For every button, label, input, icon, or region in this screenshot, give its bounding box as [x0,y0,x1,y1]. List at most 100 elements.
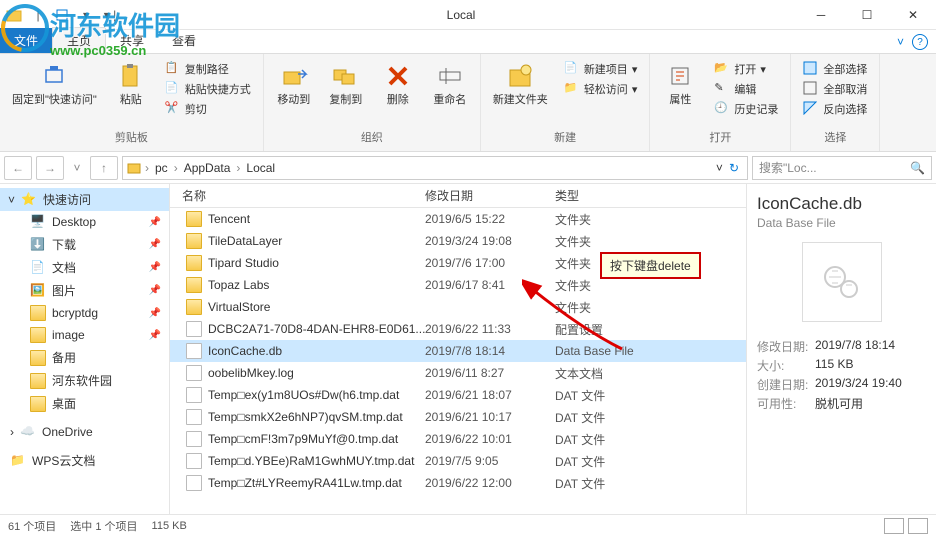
sidebar-quick-access[interactable]: ˅⭐快速访问 [0,188,169,211]
file-row[interactable]: Temp□cmF!3m7p9MuYf@0.tmp.dat2019/6/22 10… [170,428,746,450]
file-row[interactable]: TileDataLayer2019/3/24 19:08文件夹 [170,230,746,252]
cloud-icon: ☁️ [20,424,36,440]
cut-button[interactable]: ✂️剪切 [161,100,255,118]
edit-button[interactable]: ✎编辑 [710,80,782,98]
copy-to-button[interactable]: 复制到 [322,58,370,109]
sidebar-item-downloads[interactable]: ⬇️下载📌 [0,233,169,256]
file-type: DAT 文件 [555,409,675,426]
detail-row: 大小:115 KB [757,357,926,374]
close-button[interactable]: ✕ [890,0,936,30]
invert-selection-button[interactable]: 反向选择 [799,100,871,118]
select-all-icon [803,61,819,77]
ribbon-collapse-icon[interactable]: ˅ [897,35,904,49]
open-group-label: 打开 [709,127,731,147]
search-icon[interactable]: 🔍 [910,161,925,175]
file-row[interactable]: Tencent2019/6/5 15:22文件夹 [170,208,746,230]
breadcrumb-local[interactable]: Local [244,161,277,175]
window-title: Local [124,8,798,22]
file-name: Tencent [208,212,250,226]
detail-key: 大小: [757,357,815,374]
up-button[interactable]: ↑ [90,156,118,180]
file-row[interactable]: IconCache.db2019/7/8 18:14Data Base File [170,340,746,362]
chevron-right-icon[interactable]: › [172,161,180,175]
delete-button[interactable]: 删除 [374,58,422,109]
tab-home[interactable]: 主页 [52,27,106,53]
paste-shortcut-icon: 📄 [165,81,181,97]
back-button[interactable]: ← [4,156,32,180]
file-row[interactable]: Temp□ex(y1m8UOs#Dw(h6.tmp.dat2019/6/21 1… [170,384,746,406]
col-type[interactable]: 类型 [555,187,675,204]
file-row[interactable]: Temp□smkX2e6hNP7)qvSM.tmp.dat2019/6/21 1… [170,406,746,428]
sidebar-item-image[interactable]: image📌 [0,324,169,346]
minimize-button[interactable]: ─ [798,0,844,30]
tab-view[interactable]: 查看 [158,28,210,53]
chevron-right-icon: › [10,425,14,439]
sidebar-item-pictures[interactable]: 🖼️图片📌 [0,279,169,302]
new-folder-icon [504,60,536,92]
paste-button[interactable]: 粘贴 [107,58,155,109]
file-date: 2019/6/11 8:27 [425,366,555,380]
open-button[interactable]: 📂打开▾ [710,60,782,78]
qat-properties-icon[interactable] [52,5,72,25]
select-none-button[interactable]: 全部取消 [799,80,871,98]
rename-button[interactable]: 重命名 [426,58,474,109]
recent-button[interactable]: ˅ [68,156,86,180]
chevron-right-icon[interactable]: › [234,161,242,175]
view-details-button[interactable] [884,518,904,534]
delete-icon [382,60,414,92]
sidebar-onedrive[interactable]: ›☁️OneDrive [0,421,169,443]
select-all-button[interactable]: 全部选择 [799,60,871,78]
new-folder-button[interactable]: 新建文件夹 [487,58,554,109]
search-placeholder: 搜索"Loc... [759,159,906,176]
history-button[interactable]: 🕘历史记录 [710,100,782,118]
status-size: 115 KB [152,520,187,532]
easy-access-button[interactable]: 📁轻松访问▾ [560,80,642,98]
pin-quick-access-button[interactable]: 固定到"快速访问" [6,58,103,109]
help-icon[interactable]: ? [912,34,928,50]
folder-icon [127,161,141,175]
move-to-button[interactable]: 移动到 [270,58,318,109]
sidebar-item-desktop[interactable]: 🖥️Desktop📌 [0,211,169,233]
file-row[interactable]: DCBC2A71-70D8-4DAN-EHR8-E0D61...2019/6/2… [170,318,746,340]
search-box[interactable]: 搜索"Loc... 🔍 [752,156,932,180]
file-date: 2019/6/5 15:22 [425,212,555,226]
address-bar: ← → ˅ ↑ › pc › AppData › Local ˅ ↻ 搜索"Lo… [0,152,936,184]
sidebar-item-hedong[interactable]: 河东软件园 [0,369,169,392]
sidebar-item-backup[interactable]: 备用 [0,346,169,369]
paste-shortcut-button[interactable]: 📄粘贴快捷方式 [161,80,255,98]
qat-dropdown-icon[interactable]: ▾ [76,5,96,25]
file-row[interactable]: Temp□Zt#LYReemyRA41Lw.tmp.dat2019/6/22 1… [170,472,746,494]
sidebar-item-documents[interactable]: 📄文档📌 [0,256,169,279]
pin-icon: 📌 [149,262,161,273]
maximize-button[interactable]: ☐ [844,0,890,30]
copy-path-icon: 📋 [165,61,181,77]
breadcrumb-appdata[interactable]: AppData [182,161,233,175]
sidebar-item-desktop2[interactable]: 桌面 [0,392,169,415]
forward-button[interactable]: → [36,156,64,180]
tab-share[interactable]: 共享 [106,28,158,53]
breadcrumb[interactable]: › pc › AppData › Local ˅ ↻ [122,156,748,180]
download-icon: ⬇️ [30,237,46,253]
clipboard-group-label: 剪贴板 [115,127,148,147]
properties-button[interactable]: 属性 [656,58,704,109]
new-item-button[interactable]: 📄新建项目▾ [560,60,642,78]
address-dropdown[interactable]: ˅ [716,161,723,175]
file-row[interactable]: Temp□d.YBEe)RaM1GwhMUY.tmp.dat2019/7/5 9… [170,450,746,472]
col-name[interactable]: 名称 [170,187,425,204]
view-large-button[interactable] [908,518,928,534]
folder-icon [186,299,202,315]
file-name: IconCache.db [208,344,282,358]
file-row[interactable]: VirtualStore文件夹 [170,296,746,318]
file-icon [186,321,202,337]
col-date[interactable]: 修改日期 [425,187,555,204]
sidebar-wps[interactable]: 📁WPS云文档 [0,449,169,472]
refresh-button[interactable]: ↻ [725,161,743,175]
chevron-right-icon[interactable]: › [143,161,151,175]
breadcrumb-pc[interactable]: pc [153,161,170,175]
folder-icon [30,373,46,389]
tab-file[interactable]: 文件 [0,28,52,53]
sidebar-item-bcryptdg[interactable]: bcryptdg📌 [0,302,169,324]
copy-path-button[interactable]: 📋复制路径 [161,60,255,78]
file-row[interactable]: oobelibMkey.log2019/6/11 8:27文本文档 [170,362,746,384]
qat-overflow[interactable]: ▾ | [100,5,120,25]
